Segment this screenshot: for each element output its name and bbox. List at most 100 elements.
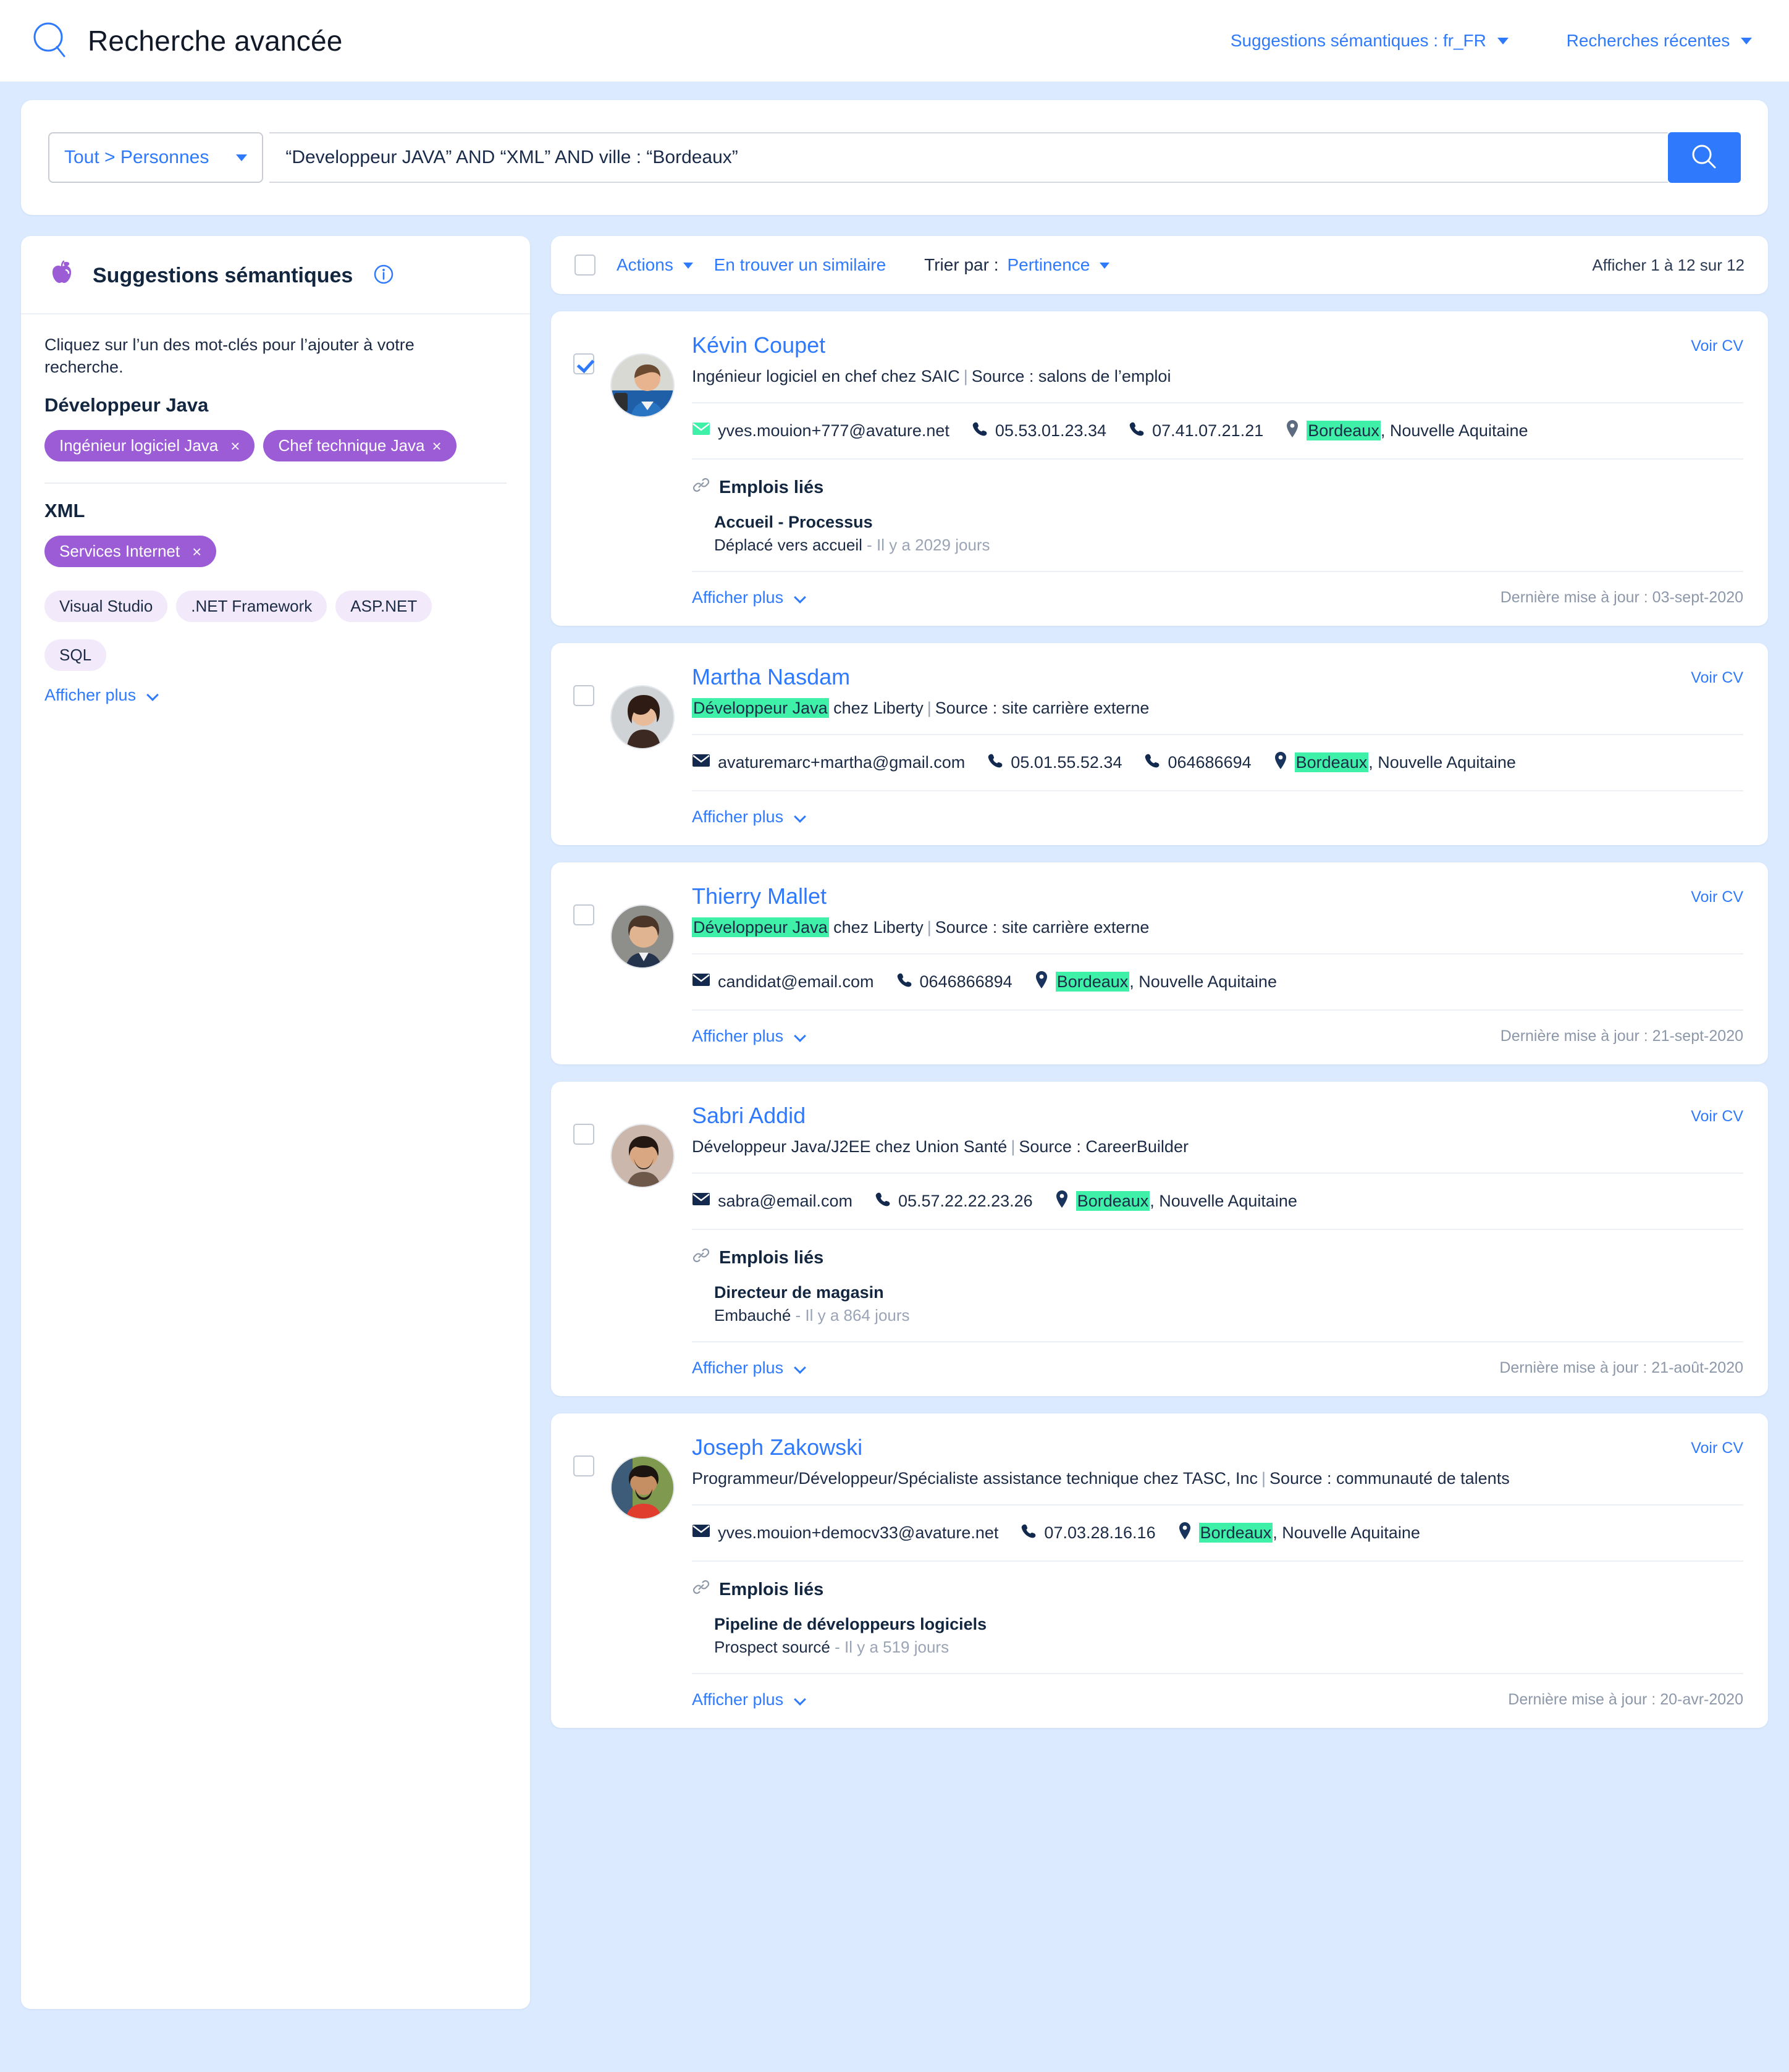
phone-item[interactable]: 05.57.22.22.23.26 bbox=[875, 1191, 1033, 1211]
candidate-name-link[interactable]: Joseph Zakowski bbox=[692, 1434, 862, 1460]
phone-item[interactable]: 05.53.01.23.34 bbox=[972, 421, 1106, 441]
related-job-name[interactable]: Accueil - Processus bbox=[714, 513, 1743, 532]
show-more-link[interactable]: Afficher plus bbox=[692, 1358, 806, 1378]
sort-control: Trier par : Pertinence bbox=[924, 255, 1110, 275]
last-updated-label: Dernière mise à jour : 21-sept-2020 bbox=[1500, 1027, 1743, 1045]
info-icon[interactable] bbox=[373, 263, 395, 288]
candidate-name-link[interactable]: Martha Nasdam bbox=[692, 664, 850, 690]
view-cv-link[interactable]: Voir CV bbox=[1691, 1103, 1743, 1126]
view-cv-link[interactable]: Voir CV bbox=[1691, 664, 1743, 687]
view-cv-link[interactable]: Voir CV bbox=[1691, 1434, 1743, 1457]
recent-searches-menu[interactable]: Recherches récentes bbox=[1567, 31, 1752, 51]
result-checkbox[interactable] bbox=[573, 1455, 594, 1476]
suggestion-chip[interactable]: SQL bbox=[44, 639, 107, 672]
actions-menu[interactable]: Actions bbox=[617, 255, 693, 275]
suggestion-chip[interactable]: Chef technique Java × bbox=[263, 430, 457, 462]
chevron-down-icon bbox=[1497, 38, 1509, 44]
related-job-status-row: Embauché - Il y a 864 jours bbox=[714, 1306, 1743, 1325]
email-item[interactable]: yves.mouion+democv33@avature.net bbox=[692, 1523, 998, 1543]
show-more-link[interactable]: Afficher plus bbox=[692, 588, 806, 607]
divider bbox=[692, 1341, 1743, 1342]
page-title: Recherche avancée bbox=[88, 25, 343, 57]
search-input[interactable] bbox=[285, 147, 1652, 168]
show-more-link[interactable]: Afficher plus bbox=[692, 1027, 806, 1046]
semantic-language-label: Suggestions sémantiques : fr_FR bbox=[1230, 31, 1486, 50]
phone-icon bbox=[1021, 1523, 1037, 1543]
phone-value: 0646866894 bbox=[919, 972, 1012, 991]
candidate-source: Source : site carrière externe bbox=[935, 699, 1150, 717]
suggestion-chip[interactable]: Ingénieur logiciel Java × bbox=[44, 430, 255, 462]
map-pin-icon bbox=[1274, 751, 1287, 774]
location-region: , Nouvelle Aquitaine bbox=[1150, 1192, 1297, 1210]
candidate-subtitle: Programmeur/Développeur/Spécialiste assi… bbox=[692, 1469, 1743, 1488]
related-job-status-row: Prospect sourcé - Il y a 519 jours bbox=[714, 1638, 1743, 1657]
view-cv-link[interactable]: Voir CV bbox=[1691, 332, 1743, 355]
phone-value: 05.01.55.52.34 bbox=[1011, 753, 1122, 772]
semantic-language-menu[interactable]: Suggestions sémantiques : fr_FR bbox=[1231, 31, 1509, 51]
result-checkbox[interactable] bbox=[573, 353, 594, 374]
candidate-subtitle: Ingénieur logiciel en chef chez SAIC | Sou… bbox=[692, 367, 1743, 386]
email-item[interactable]: avaturemarc+martha@gmail.com bbox=[692, 753, 965, 772]
map-pin-icon bbox=[1178, 1522, 1192, 1544]
divider bbox=[692, 1009, 1743, 1011]
result-card-footer: Afficher plus Dernière mise à jour : 20-… bbox=[692, 1690, 1743, 1709]
show-more-link[interactable]: Afficher plus bbox=[692, 1690, 806, 1709]
divider bbox=[692, 571, 1743, 572]
suggestion-chip[interactable]: Visual Studio bbox=[44, 591, 168, 623]
select-all-checkbox[interactable] bbox=[575, 255, 596, 276]
chevron-down-icon bbox=[793, 1693, 806, 1706]
close-icon[interactable]: × bbox=[192, 544, 201, 560]
email-item[interactable]: candidat@email.com bbox=[692, 972, 874, 992]
show-more-link[interactable]: Afficher plus bbox=[692, 807, 806, 827]
related-job-name[interactable]: Pipeline de développeurs logiciels bbox=[714, 1615, 1743, 1634]
suggestion-chip-label: .NET Framework bbox=[191, 597, 313, 616]
separator: | bbox=[927, 699, 932, 717]
phone-item[interactable]: 05.01.55.52.34 bbox=[987, 752, 1122, 773]
divider bbox=[692, 734, 1743, 735]
result-card[interactable]: Thierry Mallet Voir CV Développeur Java … bbox=[551, 862, 1768, 1064]
phone-item[interactable]: 07.03.28.16.16 bbox=[1021, 1523, 1156, 1543]
close-icon[interactable]: × bbox=[230, 438, 240, 454]
result-card[interactable]: Martha Nasdam Voir CV Développeur Java c… bbox=[551, 643, 1768, 845]
divider bbox=[692, 790, 1743, 791]
search-submit-button[interactable] bbox=[1668, 132, 1741, 183]
suggestion-chip[interactable]: Services Internet × bbox=[44, 536, 217, 568]
email-item[interactable]: yves.mouion+777@avature.net bbox=[692, 421, 949, 440]
related-job-status: Prospect sourcé bbox=[714, 1638, 830, 1656]
result-checkbox[interactable] bbox=[573, 685, 594, 706]
suggestion-chip[interactable]: ASP.NET bbox=[335, 591, 432, 623]
related-jobs-title-row: Emplois liés bbox=[692, 476, 1743, 499]
related-jobs-title-row: Emplois liés bbox=[692, 1578, 1743, 1601]
phone-item[interactable]: 0646866894 bbox=[896, 972, 1012, 992]
phone-item[interactable]: 07.41.07.21.21 bbox=[1129, 421, 1263, 441]
search-scope-select[interactable]: Tout > Personnes bbox=[48, 132, 264, 183]
result-card[interactable]: Sabri Addid Voir CV Développeur Java/J2E… bbox=[551, 1082, 1768, 1396]
close-icon[interactable]: × bbox=[432, 438, 442, 454]
email-item[interactable]: sabra@email.com bbox=[692, 1192, 852, 1211]
candidate-source: Source : communauté de talents bbox=[1269, 1469, 1510, 1488]
result-card[interactable]: Joseph Zakowski Voir CV Programmeur/Déve… bbox=[551, 1413, 1768, 1728]
related-job-name[interactable]: Directeur de magasin bbox=[714, 1283, 1743, 1302]
suggestion-chip-label: ASP.NET bbox=[350, 597, 418, 616]
sort-value-menu[interactable]: Pertinence bbox=[1007, 255, 1110, 275]
phone-item[interactable]: 064686694 bbox=[1144, 752, 1252, 773]
phone-value: 07.03.28.16.16 bbox=[1044, 1523, 1156, 1542]
candidate-name-link[interactable]: Sabri Addid bbox=[692, 1103, 806, 1129]
suggestion-chip[interactable]: .NET Framework bbox=[176, 591, 327, 623]
candidate-name-link[interactable]: Thierry Mallet bbox=[692, 883, 827, 909]
suggestion-chip-label: Services Internet bbox=[59, 542, 180, 561]
result-card[interactable]: Kévin Coupet Voir CV Ingénieur logiciel … bbox=[551, 311, 1768, 626]
related-job-status: Déplacé vers accueil bbox=[714, 536, 862, 554]
candidate-headline: Ingénieur logiciel en chef chez SAIC bbox=[692, 367, 960, 385]
result-checkbox[interactable] bbox=[573, 1124, 594, 1145]
sidebar-show-more-link[interactable]: Afficher plus bbox=[44, 686, 159, 705]
email-value: candidat@email.com bbox=[718, 972, 874, 991]
candidate-name-link[interactable]: Kévin Coupet bbox=[692, 332, 825, 358]
separator: | bbox=[927, 918, 932, 937]
result-checkbox[interactable] bbox=[573, 904, 594, 925]
result-card-main: Joseph Zakowski Voir CV Programmeur/Déve… bbox=[692, 1434, 1743, 1709]
find-similar-button[interactable]: En trouver un similaire bbox=[714, 255, 886, 275]
view-cv-link[interactable]: Voir CV bbox=[1691, 883, 1743, 906]
candidate-subtitle: Développeur Java/J2EE chez Union Santé | S… bbox=[692, 1137, 1743, 1156]
search-circle-icon bbox=[28, 19, 72, 62]
